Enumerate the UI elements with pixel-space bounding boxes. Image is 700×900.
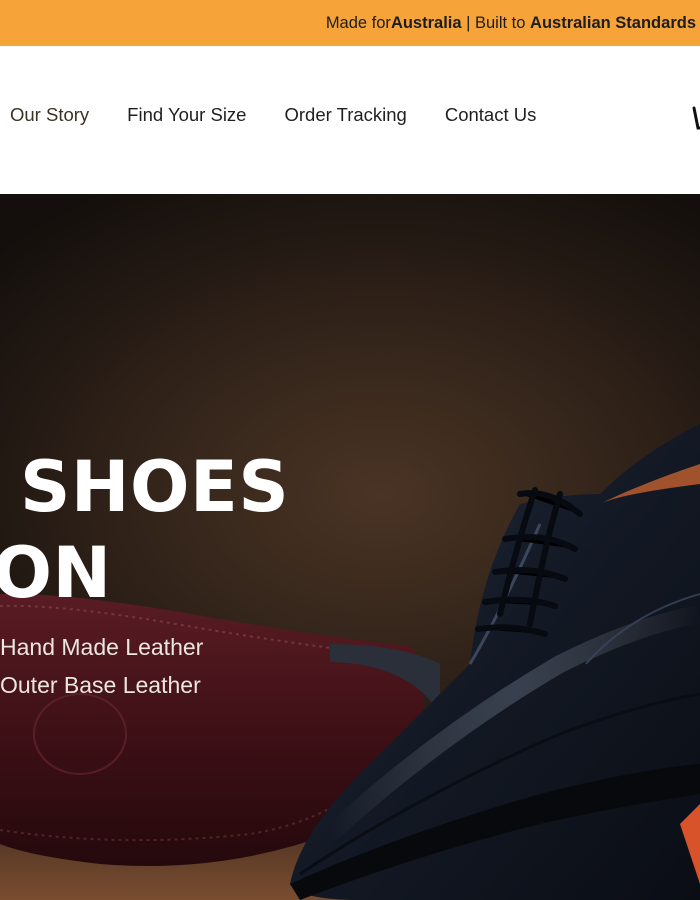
nav-our-story[interactable]: Our Story (10, 104, 89, 126)
announcement-prefix: Made for (325, 13, 391, 32)
hero-heading-line2: ION (0, 532, 112, 614)
feature-hand-made-leather: Hand Made Leather (0, 634, 204, 660)
announcement-country: Australia (390, 13, 462, 32)
nav-find-your-size[interactable]: Find Your Size (127, 104, 246, 126)
announcement-bar: Made for Australia | Built to Australian… (0, 0, 700, 46)
main-nav: Our Story Find Your Size Order Tracking … (10, 104, 536, 126)
nav-order-tracking[interactable]: Order Tracking (284, 104, 406, 126)
hero-banner: SHOES ION Hand Made Leather Outer Base L… (0, 194, 700, 900)
cart-icon[interactable] (688, 100, 700, 134)
hero-heading-line1: SHOES (20, 446, 290, 528)
site-header: Our Story Find Your Size Order Tracking … (0, 46, 700, 194)
feature-outer-base-leather: Outer Base Leather (0, 672, 201, 698)
nav-contact-us[interactable]: Contact Us (445, 104, 537, 126)
announcement-divider: | Built to (461, 13, 531, 32)
announcement-standard: Australian Standards (530, 13, 696, 32)
